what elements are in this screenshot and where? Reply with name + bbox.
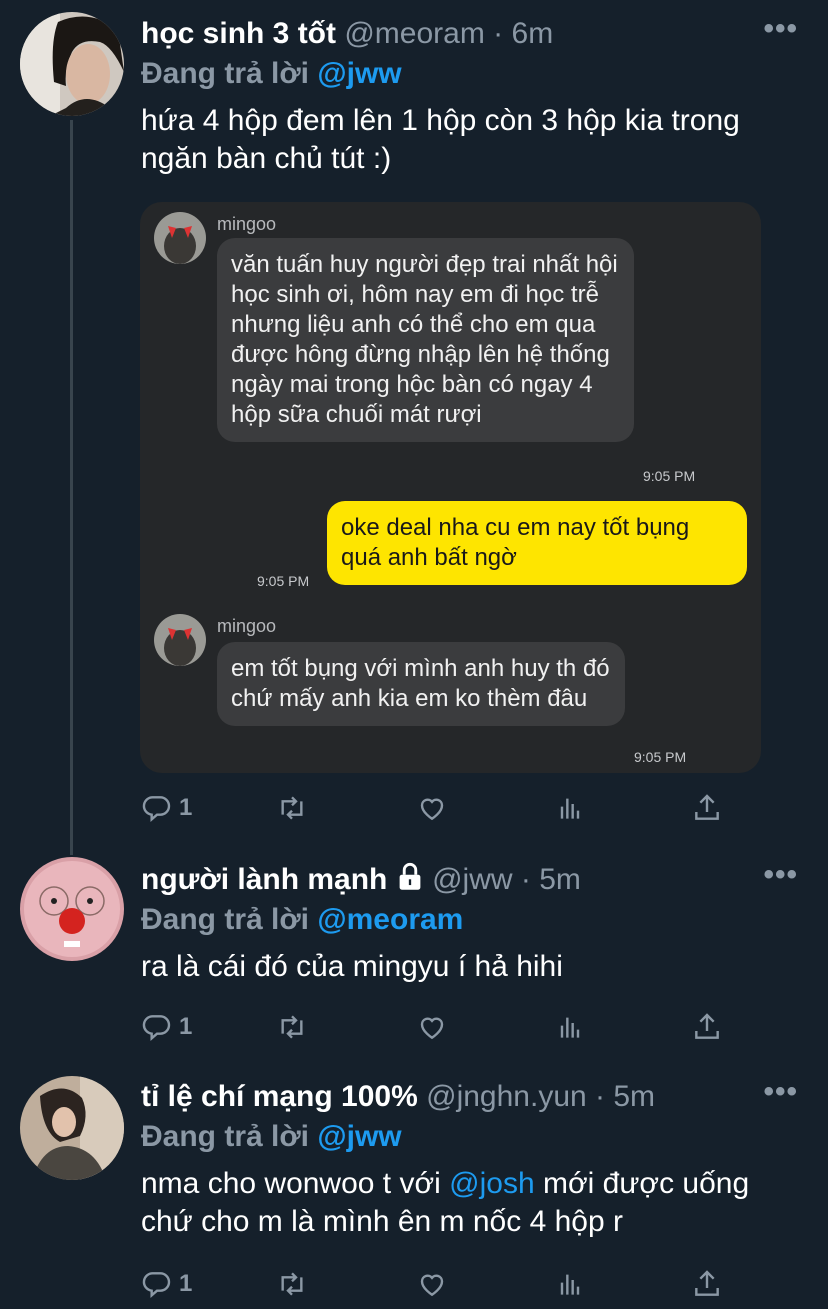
like-icon xyxy=(420,1274,444,1297)
handle[interactable]: @jnghn.yun xyxy=(426,1080,587,1113)
separator: · xyxy=(520,863,531,896)
reply-icon xyxy=(142,796,171,822)
share-icon xyxy=(695,1270,719,1296)
chat-time: 9:05 PM xyxy=(257,573,310,589)
chat-sender: mingoo xyxy=(217,616,277,636)
retweet-button[interactable] xyxy=(276,788,308,828)
chat-avatar xyxy=(154,614,206,666)
tweet-2[interactable]: người lành mạnh @jww · 5m ••• Đang trả l… xyxy=(0,855,828,1065)
reply-button[interactable]: 1 xyxy=(141,1264,192,1304)
share-button[interactable] xyxy=(691,1264,723,1304)
retweet-icon xyxy=(281,1015,303,1039)
share-button[interactable] xyxy=(691,1007,723,1047)
reply-icon xyxy=(142,1015,171,1041)
analytics-icon xyxy=(560,1274,580,1295)
chat-time: 9:05 PM xyxy=(634,749,687,765)
tweet-text: hứa 4 hộp đem lên 1 hộp còn 3 hộp kia tr… xyxy=(141,104,740,175)
separator: · xyxy=(493,17,504,50)
display-name[interactable]: học sinh 3 tốt xyxy=(141,17,336,50)
reply-mention[interactable]: @jww xyxy=(317,57,401,90)
reply-mention[interactable]: @meoram xyxy=(317,903,463,936)
tweet-1[interactable]: học sinh 3 tốt @meoram · 6m ••• Đang trả… xyxy=(0,0,828,850)
tweet-text: ra là cái đó của mingyu í hả hihi xyxy=(141,950,563,983)
analytics-button[interactable] xyxy=(554,1007,586,1047)
reply-count: 1 xyxy=(179,794,193,821)
reply-mention[interactable]: @jww xyxy=(317,1120,401,1153)
chat-screenshot-image[interactable]: mingoo văn tuấn huy người đẹp trai nhất … xyxy=(140,202,761,773)
analytics-icon xyxy=(560,798,580,819)
chat-bubble-mine: oke deal nha cu em nay tốt bụng quá anh … xyxy=(327,501,747,585)
retweet-icon xyxy=(281,1272,303,1296)
like-button[interactable] xyxy=(416,1264,448,1304)
reply-count: 1 xyxy=(179,1013,193,1040)
tweet-3[interactable]: tỉ lệ chí mạng 100% @jnghn.yun · 5m ••• … xyxy=(0,1072,828,1309)
more-icon[interactable]: ••• xyxy=(763,14,798,44)
timestamp[interactable]: 5m xyxy=(613,1080,655,1113)
chat-avatar xyxy=(154,212,206,264)
timestamp[interactable]: 6m xyxy=(512,17,554,50)
chat-sender: mingoo xyxy=(217,214,277,234)
like-button[interactable] xyxy=(416,1007,448,1047)
tweet-actions: 1 xyxy=(141,1264,751,1304)
share-icon xyxy=(695,1013,719,1039)
retweet-button[interactable] xyxy=(276,1264,308,1304)
reply-button[interactable]: 1 xyxy=(141,788,192,828)
reply-icon xyxy=(142,1272,171,1298)
avatar[interactable] xyxy=(20,857,124,961)
analytics-button[interactable] xyxy=(554,788,586,828)
mention-link[interactable]: @josh xyxy=(449,1167,535,1200)
more-icon[interactable]: ••• xyxy=(763,860,798,890)
like-button[interactable] xyxy=(416,788,448,828)
display-name[interactable]: tỉ lệ chí mạng 100% xyxy=(141,1080,418,1113)
reply-prefix: Đang trả lời xyxy=(141,1120,310,1153)
reply-context: Đang trả lời @jww xyxy=(141,54,798,94)
share-icon xyxy=(695,794,719,820)
retweet-icon xyxy=(281,796,303,820)
analytics-icon xyxy=(560,1017,580,1038)
chat-bubble: văn tuấn huy người đẹp trai nhất hội học… xyxy=(217,238,634,442)
analytics-button[interactable] xyxy=(554,1264,586,1304)
retweet-button[interactable] xyxy=(276,1007,308,1047)
more-icon[interactable]: ••• xyxy=(763,1077,798,1107)
avatar[interactable] xyxy=(20,1076,124,1180)
like-icon xyxy=(420,1017,444,1040)
lock-icon xyxy=(399,862,421,890)
like-icon xyxy=(420,798,444,821)
reply-button[interactable]: 1 xyxy=(141,1007,192,1047)
reply-count: 1 xyxy=(179,1270,193,1297)
chat-bubble: em tốt bụng với mình anh huy th đó chứ m… xyxy=(217,642,625,726)
share-button[interactable] xyxy=(691,788,723,828)
handle[interactable]: @jww xyxy=(432,863,512,896)
reply-context: Đang trả lời @jww xyxy=(141,1117,798,1157)
separator: · xyxy=(595,1080,606,1113)
reply-context: Đang trả lời @meoram xyxy=(141,900,798,940)
timestamp[interactable]: 5m xyxy=(539,863,581,896)
tweet-text: nma cho wonwoo t với @josh mới được uống… xyxy=(141,1165,761,1241)
reply-prefix: Đang trả lời xyxy=(141,57,310,90)
reply-prefix: Đang trả lời xyxy=(141,903,310,936)
display-name[interactable]: người lành mạnh xyxy=(141,863,387,896)
tweet-actions: 1 xyxy=(141,1007,751,1047)
chat-time: 9:05 PM xyxy=(643,468,696,484)
handle[interactable]: @meoram xyxy=(344,17,484,50)
avatar[interactable] xyxy=(20,12,124,116)
tweet-text-part: nma cho wonwoo t với xyxy=(141,1167,450,1200)
tweet-actions: 1 xyxy=(141,788,751,828)
